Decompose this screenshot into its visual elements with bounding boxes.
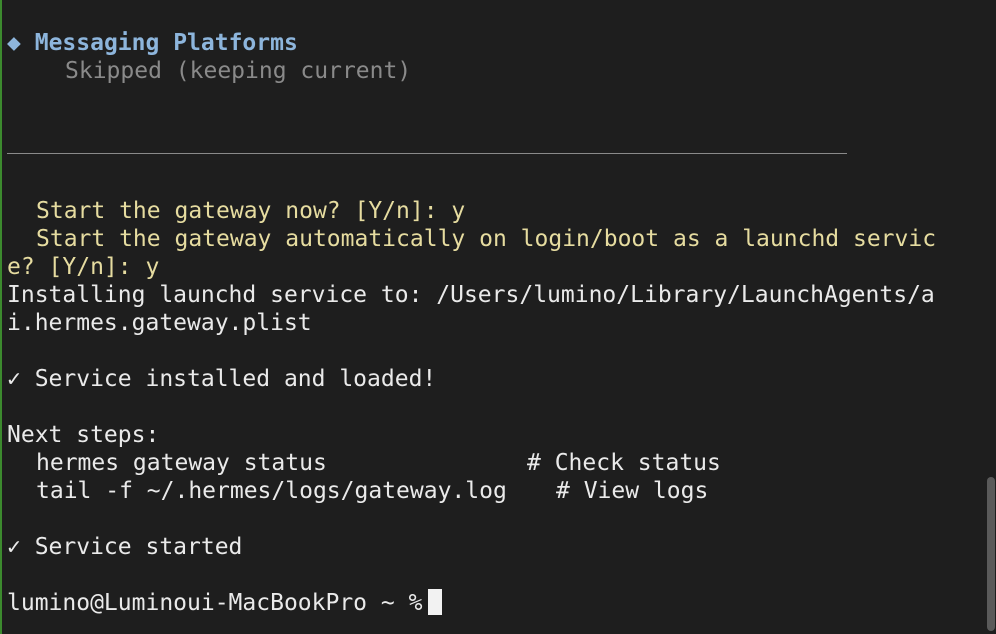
- next-steps-heading: Next steps:: [7, 422, 160, 448]
- step2-command: tail -f ~/.hermes/logs/gateway.log: [36, 478, 507, 504]
- prompt-autostart-line2: e? [Y/n]: y: [7, 254, 160, 280]
- shell-prompt-line[interactable]: lumino@Luminoui-MacBookPro ~ %: [7, 589, 443, 617]
- step2-comment: # View logs: [556, 478, 709, 504]
- section-title: Messaging Platforms: [34, 30, 298, 56]
- prompt-start-now: Start the gateway now? [Y/n]: y: [36, 198, 466, 224]
- divider-line: [7, 153, 847, 154]
- terminal-window[interactable]: ◆ Messaging Platforms Skipped (keeping c…: [0, 0, 996, 634]
- scrollbar-thumb[interactable]: [987, 477, 995, 631]
- step1-command: hermes gateway status: [36, 450, 327, 476]
- service-started-message: ✓ Service started: [7, 534, 243, 560]
- install-path-line1: Installing launchd service to: /Users/lu…: [7, 282, 935, 308]
- window-edge: [0, 0, 2, 634]
- service-installed-message: ✓ Service installed and loaded!: [7, 366, 437, 392]
- install-path-line2: i.hermes.gateway.plist: [7, 310, 312, 336]
- section-status: Skipped (keeping current): [65, 58, 412, 84]
- shell-prompt: lumino@Luminoui-MacBookPro ~ %: [7, 590, 423, 616]
- section-header: ◆ Messaging Platforms: [7, 29, 298, 57]
- diamond-icon: ◆: [7, 30, 21, 56]
- step1-comment: # Check status: [527, 450, 721, 476]
- text-cursor: [428, 589, 443, 615]
- prompt-autostart-line1: Start the gateway automatically on login…: [36, 226, 937, 252]
- scrollbar[interactable]: [986, 0, 996, 634]
